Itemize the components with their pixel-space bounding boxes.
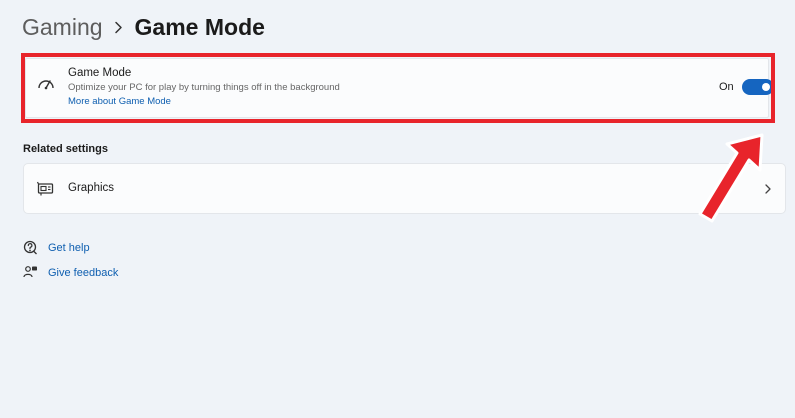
toggle-knob: [762, 83, 770, 91]
chevron-right-icon: [763, 182, 773, 196]
graphics-card-icon: [36, 181, 55, 197]
game-mode-title: Game Mode: [68, 67, 132, 79]
feedback-icon: [23, 265, 38, 280]
game-mode-icon: [36, 76, 56, 94]
related-settings-heading: Related settings: [23, 143, 108, 155]
graphics-label: Graphics: [68, 182, 115, 194]
game-mode-text: Game Mode Optimize your PC for play by t…: [68, 66, 340, 109]
breadcrumb-gaming[interactable]: Gaming: [22, 14, 103, 41]
chevron-right-icon: [103, 10, 135, 44]
give-feedback-label: Give feedback: [48, 266, 119, 279]
graphics-settings-item[interactable]: Graphics: [23, 163, 786, 214]
get-help-icon: [23, 240, 38, 255]
toggle-state-label: On: [719, 81, 734, 93]
page-title: Game Mode: [134, 13, 265, 40]
breadcrumb: Gaming Game Mode: [22, 10, 265, 44]
get-help-label: Get help: [48, 241, 90, 254]
get-help-link[interactable]: Get help: [23, 240, 90, 255]
game-mode-description: Optimize your PC for play by turning thi…: [68, 82, 340, 93]
give-feedback-link[interactable]: Give feedback: [23, 265, 118, 280]
game-mode-toggle[interactable]: [742, 79, 774, 95]
more-about-game-mode-link[interactable]: More about Game Mode: [68, 95, 340, 109]
game-mode-card: Game Mode Optimize your PC for play by t…: [25, 58, 774, 118]
